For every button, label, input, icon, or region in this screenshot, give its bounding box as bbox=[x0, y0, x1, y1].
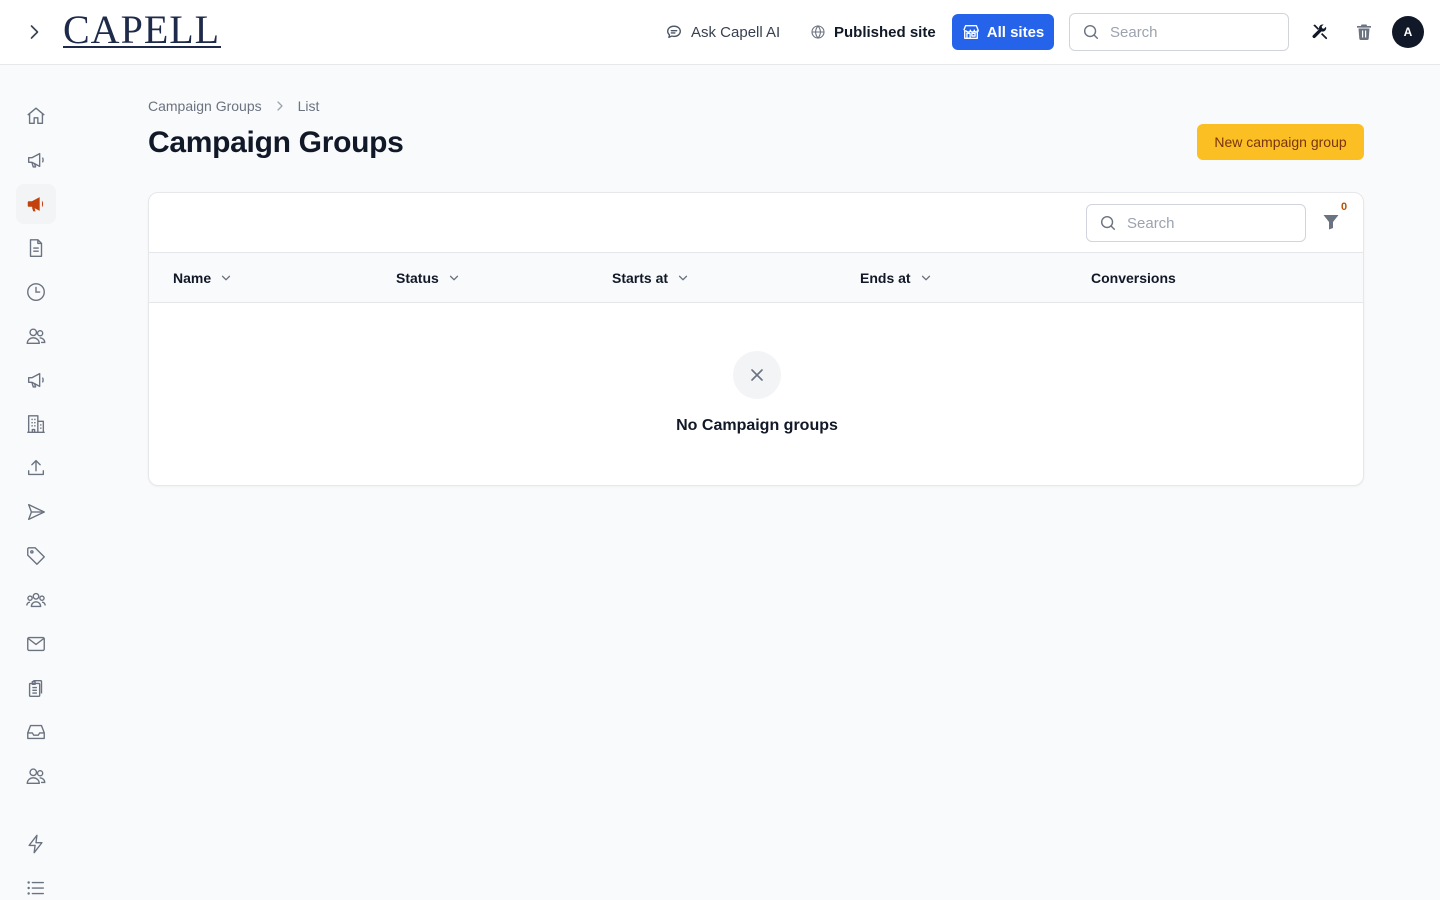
user-avatar[interactable]: A bbox=[1392, 16, 1424, 48]
sidebar-item-users[interactable] bbox=[16, 316, 56, 356]
new-campaign-group-button[interactable]: New campaign group bbox=[1197, 124, 1364, 160]
sidebar-item-mail[interactable] bbox=[16, 624, 56, 664]
sidebar-item-campaign-groups[interactable] bbox=[16, 184, 56, 224]
sidebar-item-tags[interactable] bbox=[16, 536, 56, 576]
send-icon bbox=[27, 503, 45, 521]
globe-icon bbox=[811, 25, 825, 39]
home-icon bbox=[27, 107, 45, 125]
column-header-name[interactable]: Name bbox=[173, 268, 233, 288]
sidebar-item-automations[interactable] bbox=[16, 824, 56, 864]
users-icon bbox=[26, 328, 46, 345]
column-label: Ends at bbox=[860, 270, 911, 286]
sidebar bbox=[0, 65, 72, 900]
column-header-ends-at[interactable]: Ends at bbox=[860, 268, 933, 288]
published-site-label: Published site bbox=[834, 23, 936, 41]
bolt-icon bbox=[28, 834, 43, 854]
chevron-down-icon bbox=[678, 275, 688, 281]
x-mark-icon bbox=[751, 369, 763, 381]
chevron-down-icon bbox=[921, 275, 930, 281]
breadcrumb: Campaign Groups List bbox=[148, 96, 319, 116]
table-search[interactable] bbox=[1086, 204, 1306, 242]
breadcrumb-current: List bbox=[297, 98, 320, 114]
users-icon bbox=[26, 768, 46, 785]
sidebar-item-groups[interactable] bbox=[16, 580, 56, 620]
sidebar-item-campaigns[interactable] bbox=[16, 140, 56, 180]
chevron-right-icon bbox=[30, 25, 39, 39]
inbox-icon bbox=[27, 724, 45, 740]
sidebar-item-history[interactable] bbox=[16, 272, 56, 312]
mail-icon bbox=[27, 636, 45, 652]
all-sites-button[interactable]: All sites bbox=[952, 14, 1054, 50]
wrench-screwdriver-icon bbox=[1312, 24, 1328, 40]
column-header-starts-at[interactable]: Starts at bbox=[612, 268, 690, 288]
page-title: Campaign Groups bbox=[148, 126, 404, 159]
chevron-down-icon bbox=[449, 275, 458, 281]
search-icon bbox=[1100, 215, 1116, 231]
expand-sidebar-button[interactable] bbox=[22, 20, 46, 44]
funnel-icon bbox=[1323, 215, 1339, 230]
filter-count-badge: 0 bbox=[1341, 201, 1348, 213]
logo-underline bbox=[63, 46, 221, 48]
search-icon bbox=[1083, 24, 1099, 40]
column-label: Status bbox=[396, 270, 439, 286]
trash-button[interactable] bbox=[1354, 22, 1374, 42]
table-header: Name Status Starts at Ends at Conversion… bbox=[149, 253, 1363, 303]
sidebar-item-pages[interactable] bbox=[16, 228, 56, 268]
document-icon bbox=[29, 239, 43, 257]
clock-icon bbox=[27, 283, 45, 301]
megaphone-icon bbox=[27, 152, 44, 168]
upload-icon bbox=[27, 459, 45, 476]
column-label: Starts at bbox=[612, 270, 669, 286]
sidebar-item-companies[interactable] bbox=[16, 404, 56, 444]
sidebar-item-members[interactable] bbox=[16, 756, 56, 796]
top-bar: CAPELL Ask Capell AI Published site All … bbox=[0, 0, 1440, 65]
building-icon bbox=[27, 415, 45, 433]
sidebar-item-announcements[interactable] bbox=[16, 360, 56, 400]
column-label: Conversions bbox=[1091, 270, 1176, 286]
global-search[interactable] bbox=[1069, 13, 1289, 51]
sidebar-item-send[interactable] bbox=[16, 492, 56, 532]
clipboard-icon bbox=[28, 679, 43, 697]
chevron-down-icon bbox=[222, 275, 231, 281]
sidebar-item-uploads[interactable] bbox=[16, 448, 56, 488]
filter-button[interactable] bbox=[1321, 212, 1343, 234]
column-header-status[interactable]: Status bbox=[396, 268, 461, 288]
ask-ai-link[interactable]: Ask Capell AI bbox=[665, 21, 780, 43]
logo[interactable]: CAPELL bbox=[63, 8, 223, 52]
sidebar-item-inbox[interactable] bbox=[16, 712, 56, 752]
all-sites-label: All sites bbox=[986, 23, 1045, 41]
campaign-groups-table: 0 Name Status Starts at Ends at Conversi… bbox=[148, 192, 1364, 486]
column-label: Name bbox=[173, 270, 212, 286]
table-toolbar: 0 bbox=[149, 193, 1363, 253]
published-site-link[interactable]: Published site bbox=[810, 21, 936, 43]
sidebar-item-list[interactable] bbox=[16, 868, 56, 900]
chat-bubble-icon bbox=[667, 25, 681, 39]
sidebar-item-forms[interactable] bbox=[16, 668, 56, 708]
table-search-input[interactable] bbox=[1127, 214, 1277, 232]
tools-button[interactable] bbox=[1310, 22, 1330, 42]
user-group-icon bbox=[26, 592, 46, 608]
list-icon bbox=[27, 881, 45, 895]
breadcrumb-campaign-groups[interactable]: Campaign Groups bbox=[148, 98, 262, 114]
chevron-right-icon bbox=[276, 101, 283, 111]
ask-ai-label: Ask Capell AI bbox=[691, 23, 781, 41]
trash-icon bbox=[1357, 24, 1371, 41]
global-search-input[interactable] bbox=[1110, 23, 1260, 41]
empty-state-icon bbox=[733, 351, 781, 399]
empty-state-text: No Campaign groups bbox=[676, 417, 838, 434]
tag-icon bbox=[27, 547, 45, 565]
sidebar-item-home[interactable] bbox=[16, 96, 56, 136]
storefront-icon bbox=[962, 25, 979, 39]
megaphone-filled-icon bbox=[27, 197, 44, 212]
column-header-conversions: Conversions bbox=[1091, 268, 1176, 288]
megaphone-icon bbox=[27, 372, 44, 388]
